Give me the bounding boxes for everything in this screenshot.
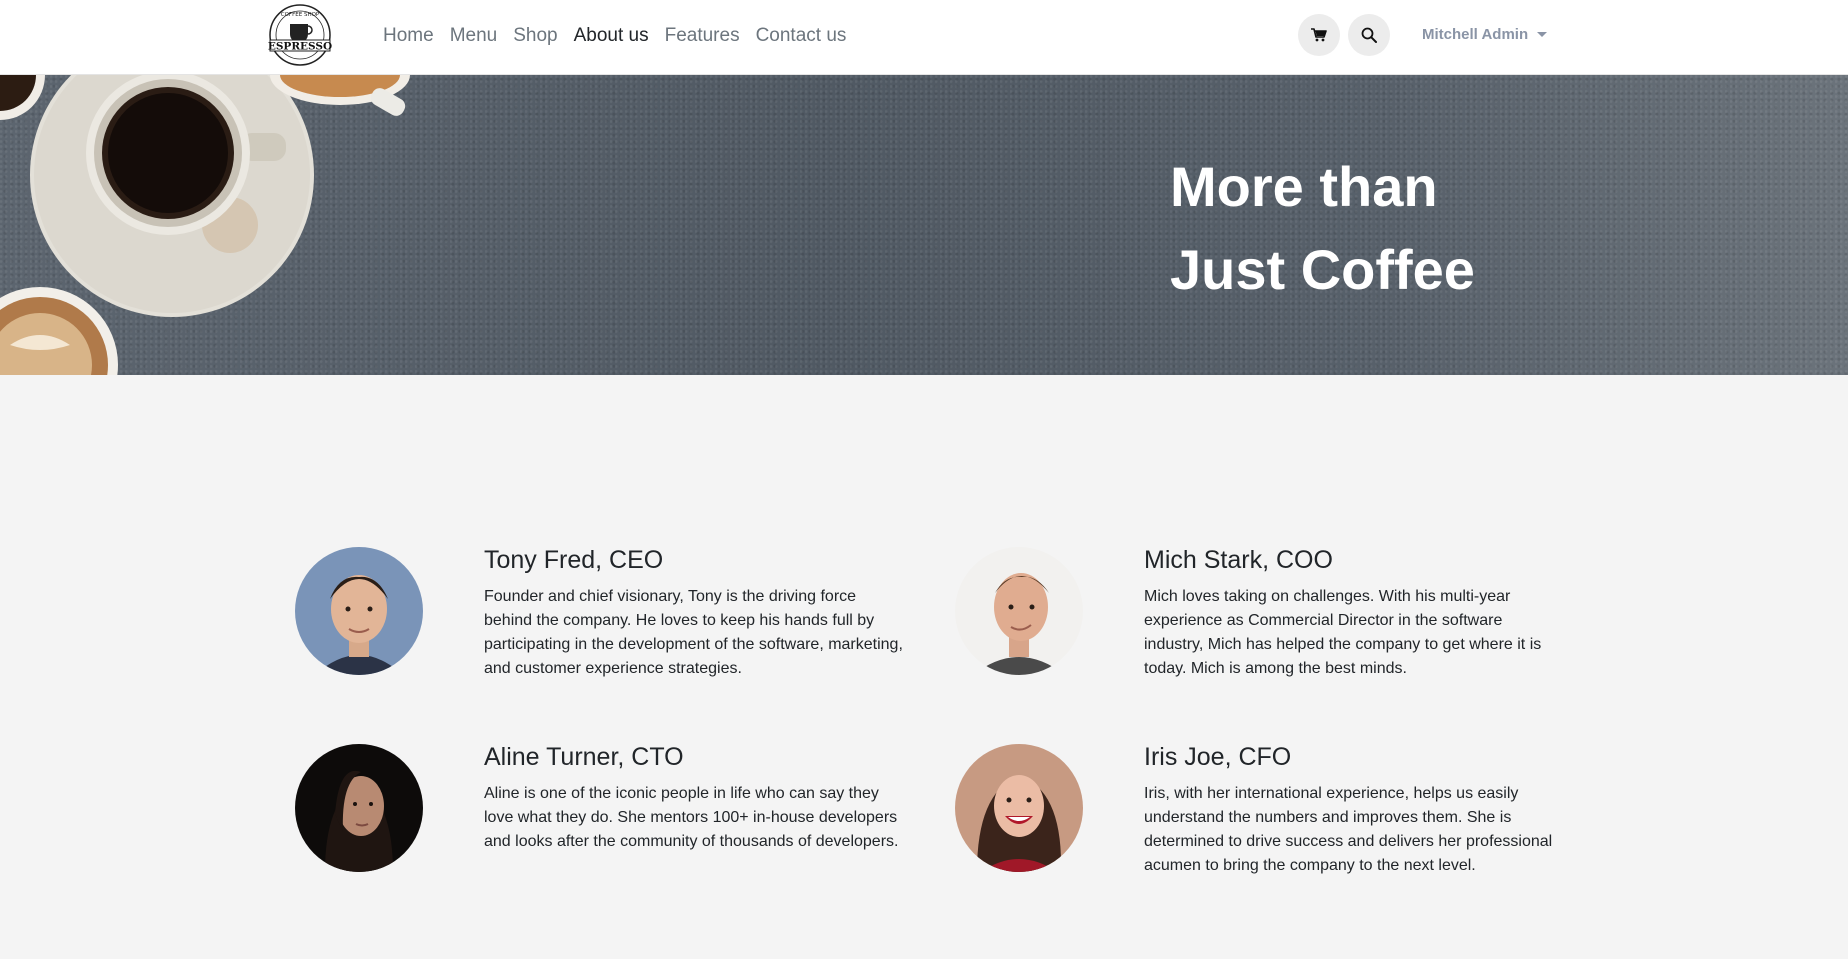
chevron-down-icon: [1537, 32, 1548, 37]
team-member-card: Mich Stark, COO Mich loves taking on cha…: [955, 546, 1595, 687]
team-member-info: Iris Joe, CFO Iris, with her internation…: [1144, 743, 1564, 878]
cart-button[interactable]: [1298, 14, 1340, 56]
nav-shop[interactable]: Shop: [513, 26, 557, 45]
avatar: [955, 547, 1083, 675]
avatar: [295, 547, 423, 675]
nav-about-us[interactable]: About us: [574, 26, 649, 45]
member-bio: Aline is one of the iconic people in lif…: [484, 784, 899, 850]
nav-features[interactable]: Features: [665, 26, 740, 45]
member-name: Iris Joe, CFO: [1144, 743, 1292, 771]
portrait-mich: [955, 547, 1083, 675]
search-icon: [1361, 27, 1377, 43]
nav-contact-us[interactable]: Contact us: [756, 26, 847, 45]
search-button[interactable]: [1348, 14, 1390, 56]
hero-title-line-1: More than: [1170, 155, 1438, 218]
logo-ring-text: COFFEE SHOP: [281, 12, 320, 18]
nav-menu[interactable]: Menu: [450, 26, 498, 45]
nav-home[interactable]: Home: [383, 26, 434, 45]
portrait-tony: [295, 547, 423, 675]
main-nav: Home Menu Shop About us Features Contact…: [383, 0, 862, 70]
hero-title: More than Just Coffee: [1170, 145, 1475, 311]
user-menu[interactable]: Mitchell Admin: [1422, 26, 1548, 43]
portrait-iris: [955, 744, 1083, 872]
member-bio: Founder and chief visionary, Tony is the…: [484, 587, 903, 677]
member-name: Aline Turner, CTO: [484, 743, 684, 771]
team-member-card: Tony Fred, CEO Founder and chief visiona…: [295, 546, 935, 687]
team-member-info: Aline Turner, CTO Aline is one of the ic…: [484, 743, 904, 854]
member-name: Tony Fred, CEO: [484, 546, 664, 574]
member-bio: Mich loves taking on challenges. With hi…: [1144, 587, 1542, 677]
team-member-info: Tony Fred, CEO Founder and chief visiona…: [484, 546, 904, 681]
hero-title-line-2: Just Coffee: [1170, 238, 1475, 301]
member-name: Mich Stark, COO: [1144, 546, 1333, 574]
hero-banner: More than Just Coffee: [0, 75, 1848, 375]
portrait-aline: [295, 744, 423, 872]
team-member-card: Iris Joe, CFO Iris, with her internation…: [955, 743, 1595, 884]
coffee-cups-image: [0, 75, 410, 375]
avatar: [295, 744, 423, 872]
member-bio: Iris, with her international experience,…: [1144, 784, 1553, 874]
espresso-logo[interactable]: ESPRESSO COFFEE SHOP: [262, 2, 338, 68]
top-navbar: ESPRESSO COFFEE SHOP Home Menu Shop Abou…: [0, 0, 1848, 75]
user-name: Mitchell Admin: [1422, 26, 1529, 43]
team-member-card: Aline Turner, CTO Aline is one of the ic…: [295, 743, 935, 884]
cart-icon: [1311, 28, 1327, 42]
team-member-info: Mich Stark, COO Mich loves taking on cha…: [1144, 546, 1564, 681]
avatar: [955, 744, 1083, 872]
logo-brand-text: ESPRESSO: [268, 41, 332, 53]
